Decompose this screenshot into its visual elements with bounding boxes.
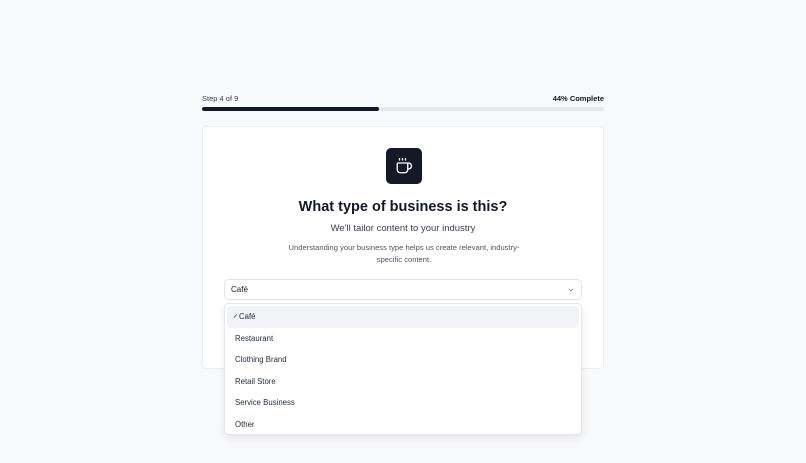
- check-icon: ✓: [233, 314, 239, 321]
- option-clothing-brand[interactable]: Clothing Brand: [227, 349, 579, 371]
- option-label: Clothing Brand: [235, 355, 287, 365]
- page-subtitle: We'll tailor content to your industry: [330, 223, 476, 234]
- option-label: Other: [235, 419, 255, 429]
- option-restaurant[interactable]: Restaurant: [227, 328, 579, 350]
- option-service-business[interactable]: Service Business: [227, 392, 579, 414]
- progress-bar-fill: [202, 107, 379, 111]
- business-type-icon-tile: [386, 148, 422, 184]
- progress-header: Step 4 of 9 44% Complete: [202, 93, 604, 103]
- progress-bar: [202, 107, 604, 111]
- progress-section: Step 4 of 9 44% Complete: [202, 93, 604, 111]
- coffee-cup-icon: [396, 157, 413, 174]
- option-label: Café: [239, 312, 256, 322]
- option-cafe[interactable]: ✓ Café: [227, 306, 579, 328]
- option-label: Service Business: [235, 398, 295, 408]
- progress-percent-label: 44% Complete: [552, 93, 604, 103]
- option-retail-store[interactable]: Retail Store: [227, 371, 579, 393]
- business-type-select-value: Café: [231, 285, 248, 294]
- option-label: Restaurant: [235, 333, 274, 343]
- option-label: Retail Store: [235, 376, 276, 386]
- business-type-select[interactable]: Café: [224, 279, 582, 300]
- chevron-down-icon: [567, 286, 575, 294]
- progress-step-label: Step 4 of 9: [202, 93, 239, 103]
- page-description: Understanding your business type helps u…: [288, 243, 520, 264]
- page-title: What type of business is this?: [298, 199, 508, 215]
- option-other[interactable]: Other: [227, 414, 579, 436]
- business-type-dropdown: ✓ Café Restaurant Clothing Brand Retail …: [224, 303, 582, 435]
